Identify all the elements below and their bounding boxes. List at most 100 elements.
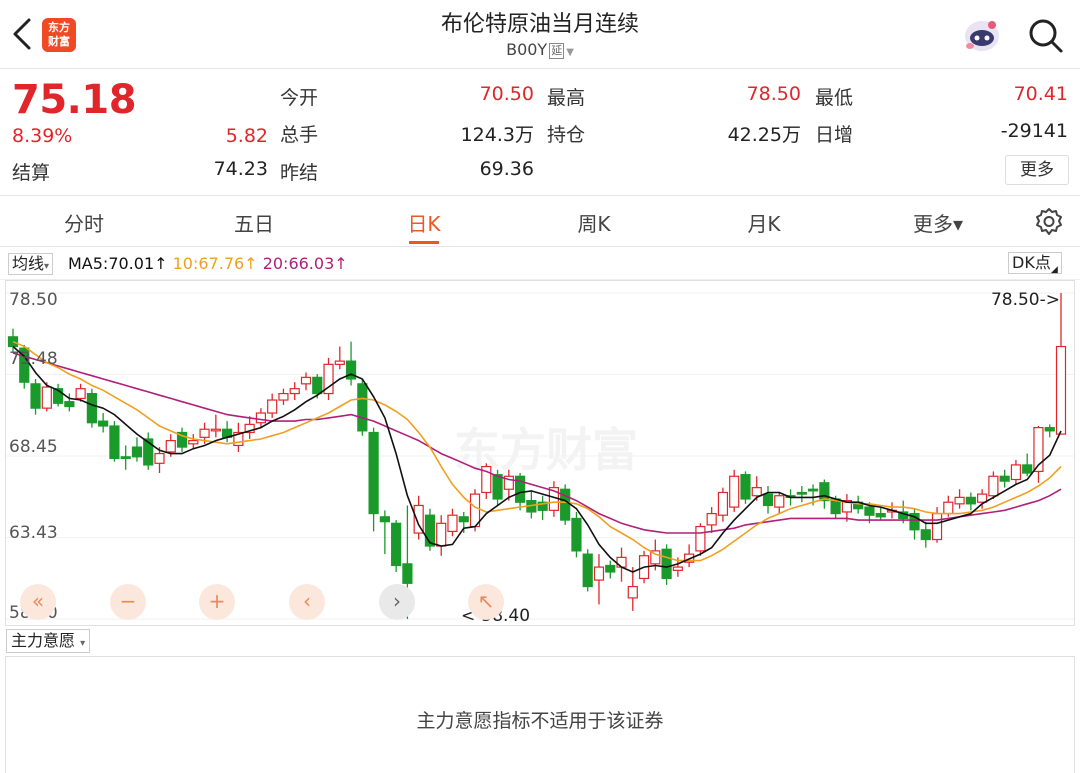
- settle-label: 结算: [12, 162, 51, 184]
- candle-body: [943, 501, 954, 515]
- open-interest-label: 持仓: [547, 124, 586, 146]
- candle-body: [616, 556, 627, 568]
- low-label: 最低: [815, 87, 854, 109]
- candle-body: [819, 482, 830, 502]
- pan-left-button[interactable]: ‹: [289, 584, 325, 620]
- y-axis-tick-label: 78.50: [9, 290, 58, 310]
- ma20-value: 20:66.03↑: [262, 254, 348, 273]
- candle-body: [1010, 464, 1022, 481]
- candle-body: [312, 376, 323, 395]
- candle-body: [436, 522, 447, 547]
- candle-body: [774, 495, 785, 508]
- instrument-code[interactable]: B00Y 延 ▼: [0, 40, 1080, 59]
- volume-value: 124.3万: [460, 124, 534, 146]
- page-title: 布伦特原油当月连续: [440, 12, 639, 37]
- change-percent: 8.39%: [12, 125, 73, 147]
- corner-triangle-icon: ◢: [1050, 265, 1058, 275]
- candle-body: [267, 399, 278, 414]
- candle-body: [64, 401, 75, 408]
- candle-body: [605, 564, 616, 573]
- indicator-message: 主力意愿指标不适用于该证券: [416, 710, 664, 732]
- daily-increase-value: -29141: [1000, 120, 1068, 142]
- ma-type-select[interactable]: 均线▾: [8, 253, 54, 275]
- candle-body: [999, 475, 1010, 482]
- candle-body: [729, 475, 740, 508]
- candle-body: [391, 522, 402, 567]
- candle-body: [30, 383, 41, 409]
- candle-body: [931, 512, 943, 541]
- candle-body: [492, 474, 503, 500]
- candle-body: [571, 517, 582, 552]
- kline-chart-svg: 东方财富78.5073.4868.4563.4358.4078.50-><-58…: [6, 290, 1074, 626]
- candle-body: [965, 496, 976, 505]
- candle-body: [920, 529, 931, 541]
- candle-body: [864, 506, 875, 516]
- instrument-code-text: B00Y: [506, 40, 548, 59]
- ma-values: MA5:70.01↑ 10:67.76↑ 20:66.03↑: [68, 254, 348, 273]
- candle-body: [379, 516, 390, 523]
- candle-body: [1055, 345, 1067, 435]
- more-button[interactable]: 更多: [1005, 155, 1069, 185]
- assistant-avatar-icon[interactable]: [962, 16, 1002, 54]
- candle-body: [402, 563, 413, 584]
- open-value: 70.50: [479, 83, 534, 105]
- tab-five-day[interactable]: 五日: [204, 208, 304, 237]
- candle-body: [199, 428, 210, 438]
- zoom-out-all-button[interactable]: «: [20, 584, 56, 620]
- candle-body: [255, 412, 267, 424]
- kline-chart[interactable]: 东方财富78.5073.4868.4563.4358.4078.50-><-58…: [5, 280, 1075, 626]
- app-logo: 东方 财富: [42, 18, 76, 52]
- candle-body: [627, 585, 638, 599]
- candle-body: [334, 360, 345, 365]
- zoom-in-button[interactable]: +: [199, 584, 235, 620]
- y-axis-tick-label: 63.43: [9, 523, 58, 543]
- search-icon[interactable]: [1026, 16, 1064, 54]
- candle-body: [120, 456, 131, 460]
- tab-more[interactable]: 更多▾: [888, 208, 988, 237]
- reset-button[interactable]: ↖: [468, 584, 504, 620]
- candle-body: [7, 336, 19, 348]
- tab-daily-k[interactable]: 日K: [374, 208, 474, 237]
- candle-body: [807, 488, 819, 492]
- high-value: 78.50: [746, 83, 801, 105]
- pan-right-button[interactable]: ›: [379, 584, 415, 620]
- candle-body: [1022, 464, 1033, 474]
- active-tab-underline: [409, 241, 439, 244]
- zoom-out-button[interactable]: −: [110, 584, 146, 620]
- quote-panel: 75.18 8.39% 5.82 结算 74.23 今开 70.50 最高 78…: [0, 69, 1080, 196]
- candle-body: [131, 446, 143, 458]
- change-amount: 5.82: [225, 125, 268, 147]
- candle-body: [278, 392, 289, 401]
- tab-monthly-k[interactable]: 月K: [714, 208, 814, 237]
- caret-down-icon: ▾: [44, 261, 50, 272]
- candle-body: [740, 474, 751, 500]
- candle-body: [988, 475, 999, 497]
- candle-body: [165, 439, 176, 453]
- candle-body: [469, 493, 481, 528]
- prev-settle-label: 昨结: [280, 162, 319, 184]
- candle-body: [368, 431, 379, 515]
- candle-body: [289, 388, 300, 395]
- prev-settle-value: 69.36: [479, 158, 534, 180]
- candle-body: [210, 428, 221, 432]
- y-axis-tick-label: 73.48: [9, 349, 58, 369]
- high-label: 最高: [547, 87, 586, 109]
- open-interest-value: 42.25万: [727, 124, 801, 146]
- gear-icon[interactable]: [1034, 207, 1064, 237]
- candle-body: [977, 493, 988, 503]
- dk-point-button[interactable]: DK点◢: [1008, 252, 1062, 275]
- indicator-select[interactable]: 主力意愿 ▾: [6, 629, 91, 653]
- candle-body: [717, 491, 729, 516]
- tab-intraday[interactable]: 分时: [34, 208, 134, 237]
- candle-body: [706, 512, 717, 526]
- candle-body: [154, 452, 165, 464]
- candle-body: [762, 493, 774, 507]
- tab-weekly-k[interactable]: 周K: [544, 208, 644, 237]
- volume-label: 总手: [280, 124, 319, 146]
- low-value: 70.41: [1013, 83, 1068, 105]
- candle-body: [357, 383, 368, 432]
- back-arrow-icon[interactable]: [10, 16, 36, 52]
- candle-body: [1044, 427, 1055, 432]
- candle-body: [188, 439, 199, 445]
- last-price: 75.18: [12, 77, 137, 123]
